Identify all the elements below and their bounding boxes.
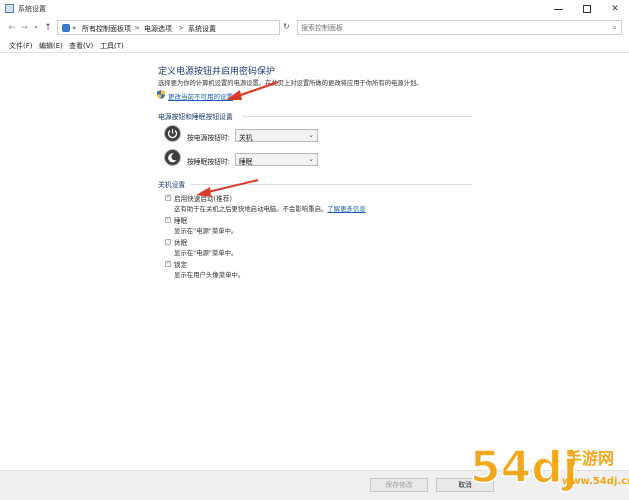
page-title: 定义电源按钮并启用密码保护 — [158, 67, 276, 77]
minimize-icon — [553, 8, 563, 10]
navigation-bar: ← → ▾ ↑ « 所有控制面板项 > 电源选项 > 系统设置 ⌄ ↻ ⌕ — [0, 18, 629, 38]
watermark-text: 手游网 — [566, 449, 614, 468]
breadcrumb-overflow[interactable]: « — [72, 24, 76, 32]
control-panel-icon — [62, 24, 70, 32]
forward-button[interactable]: → — [18, 22, 30, 34]
power-button-action-select[interactable]: 关机 ⌄ — [235, 129, 318, 142]
lock-description: 显示在用户头像菜单中。 — [174, 271, 245, 279]
sleep-button-icon — [164, 149, 181, 166]
watermark-domain: www.54dj.cn — [562, 476, 629, 487]
close-icon: ✕ — [611, 4, 619, 14]
sleep-button-label: 按睡眠按钮时: — [187, 158, 231, 166]
back-button[interactable]: ← — [6, 22, 18, 34]
moon-icon — [168, 153, 177, 163]
sleep-button-action-select[interactable]: 睡眠 ⌄ — [235, 153, 318, 166]
sleep-checkbox[interactable]: ✓ — [165, 215, 172, 223]
sleep-label: 睡眠 — [174, 217, 188, 225]
uac-shield-icon — [157, 90, 165, 99]
sleep-description: 显示在"电源"菜单中。 — [174, 227, 238, 235]
menu-file[interactable]: 文件(F) — [9, 41, 33, 51]
lock-checkbox[interactable]: ✓ — [165, 259, 172, 267]
control-panel-icon — [5, 4, 14, 13]
fast-startup-checkbox[interactable]: ✓ — [165, 193, 172, 201]
lock-label: 锁定 — [174, 261, 188, 269]
minimize-button[interactable] — [544, 0, 572, 18]
search-icon[interactable]: ⌕ — [613, 23, 617, 33]
fast-startup-desc-text: 这有助于在关机之后更快地启动电脑。不会影响重启。 — [174, 205, 328, 213]
power-button-action-value: 关机 — [239, 134, 253, 142]
section-divider — [190, 184, 472, 185]
shutdown-settings-heading: 关机设置 — [158, 181, 186, 189]
title-bar: 系统设置 ✕ — [0, 0, 629, 18]
chevron-down-icon: ⌄ — [308, 155, 314, 163]
watermark-logo: 54dj 手游网 www.54dj.cn — [469, 441, 629, 494]
search-box[interactable]: ⌕ — [297, 20, 622, 35]
chevron-down-icon: ⌄ — [308, 131, 314, 139]
close-button[interactable]: ✕ — [601, 0, 629, 18]
menu-edit[interactable]: 编辑(E) — [39, 41, 63, 51]
menu-bar: 文件(F) 编辑(E) 查看(V) 工具(T) — [0, 39, 629, 53]
address-bar[interactable]: « 所有控制面板项 > 电源选项 > 系统设置 ⌄ — [57, 20, 326, 35]
power-button-icon — [164, 125, 181, 142]
save-changes-button[interactable]: 保存修改 — [370, 478, 428, 492]
hibernate-checkbox[interactable] — [165, 239, 171, 245]
breadcrumb-separator[interactable]: > — [178, 24, 184, 32]
power-buttons-heading: 电源按钮和睡眠按钮设置 — [158, 113, 233, 121]
up-button[interactable]: ↑ — [42, 22, 54, 34]
checkmark-icon: ✓ — [166, 215, 172, 222]
sleep-button-action-value: 睡眠 — [239, 158, 253, 166]
power-symbol-icon — [167, 129, 178, 139]
breadcrumb-separator[interactable]: > — [134, 24, 140, 32]
breadcrumb-system-settings[interactable]: 系统设置 — [188, 24, 216, 34]
checkmark-icon: ✓ — [166, 193, 172, 200]
menu-view[interactable]: 查看(V) — [69, 41, 93, 51]
recent-locations-button[interactable]: ▾ — [30, 22, 42, 34]
hibernate-label: 休眠 — [174, 239, 188, 247]
hibernate-description: 显示在"电源"菜单中。 — [174, 249, 238, 257]
power-button-label: 按电源按钮时: — [187, 134, 231, 142]
maximize-icon — [583, 5, 591, 13]
window-title: 系统设置 — [18, 5, 46, 13]
breadcrumb-power-options[interactable]: 电源选项 — [144, 24, 172, 34]
checkmark-icon: ✓ — [166, 259, 172, 266]
learn-more-link[interactable]: 了解更多信息 — [327, 205, 365, 213]
maximize-button[interactable] — [573, 0, 601, 18]
fast-startup-description: 这有助于在关机之后更快地启动电脑。不会影响重启。了解更多信息 — [174, 204, 366, 213]
search-input[interactable] — [301, 22, 601, 33]
page-description: 选择要为你的计算机设置的电源设置。在此页上对设置所做的更改将应用于你所有的电源计… — [158, 80, 423, 87]
refresh-icon[interactable]: ↻ — [283, 22, 290, 31]
change-unavailable-settings-link[interactable]: 更改当前不可用的设置 — [168, 91, 233, 101]
breadcrumb-all-items[interactable]: 所有控制面板项 — [82, 24, 131, 34]
menu-tools[interactable]: 工具(T) — [100, 41, 124, 51]
main-content: 定义电源按钮并启用密码保护 选择要为你的计算机设置的电源设置。在此页上对设置所做… — [0, 54, 629, 464]
fast-startup-label: 启用快速启动(推荐) — [174, 195, 232, 203]
section-divider — [242, 116, 472, 117]
